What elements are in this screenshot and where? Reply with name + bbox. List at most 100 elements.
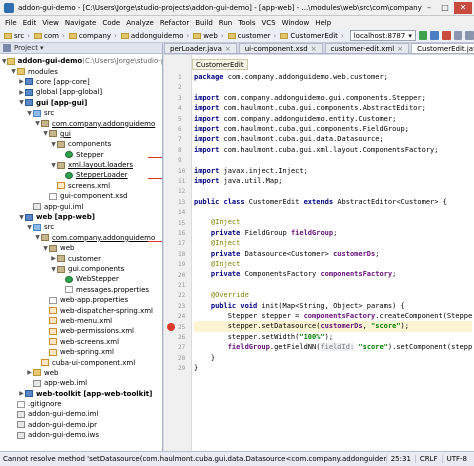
tree-node[interactable]: gui-component.xsd: [0, 191, 162, 201]
code-line[interactable]: stepper.setWidth("100%");: [194, 332, 472, 342]
tree-node[interactable]: ▼ src: [0, 222, 162, 232]
tree-node[interactable]: ▶ global [app-global]: [0, 87, 162, 97]
tree-node[interactable]: ▼ gui: [0, 129, 162, 139]
tree-node[interactable]: ▶ core [app-core]: [0, 77, 162, 87]
editor-tab[interactable]: perLoader.java ×: [164, 43, 237, 53]
menu-run[interactable]: Run: [216, 19, 235, 27]
collapsed-arrow-icon[interactable]: ▶: [50, 255, 57, 262]
expanded-arrow-icon[interactable]: ▼: [18, 214, 25, 221]
breadcrumb-item[interactable]: web ›: [191, 32, 225, 40]
expanded-arrow-icon[interactable]: ▼: [26, 110, 33, 117]
code-line[interactable]: import com.haulmont.cuba.gui.components.…: [194, 124, 472, 134]
tree-node[interactable]: web-dispatcher-spring.xml: [0, 305, 162, 315]
close-icon[interactable]: ✕: [454, 1, 472, 14]
breadcrumb-item[interactable]: CustomerEdit ›: [278, 32, 345, 40]
editor-tab[interactable]: customer-edit.xml ×: [324, 43, 410, 53]
expanded-arrow-icon[interactable]: ▼: [34, 120, 41, 127]
code-line[interactable]: import javax.inject.Inject;: [194, 166, 472, 176]
code-line[interactable]: import com.haulmont.cuba.gui.xml.layout.…: [194, 145, 472, 155]
breadcrumb-item[interactable]: com ›: [32, 32, 67, 40]
search-icon[interactable]: [465, 31, 474, 40]
debug-icon[interactable]: [430, 31, 440, 40]
breadcrumb-item[interactable]: customer ›: [226, 32, 279, 40]
code-line[interactable]: [194, 186, 472, 196]
tree-node[interactable]: ▼ web [app-web]: [0, 212, 162, 222]
editor-breadcrumb[interactable]: CustomerEdit: [192, 59, 248, 70]
expanded-arrow-icon[interactable]: ▼: [34, 234, 41, 241]
tree-node[interactable]: web-permissions.xml: [0, 326, 162, 336]
breadcrumb-item[interactable]: addonguidemo ›: [119, 32, 191, 40]
expanded-arrow-icon[interactable]: ▼: [42, 245, 49, 252]
collapsed-arrow-icon[interactable]: ▶: [18, 89, 25, 96]
tree-node[interactable]: app-gui.iml: [0, 201, 162, 211]
code-line[interactable]: [194, 207, 472, 217]
code-line[interactable]: Stepper stepper = componentsFactory.crea…: [194, 311, 472, 321]
expanded-arrow-icon[interactable]: ▼: [50, 266, 57, 273]
menu-tools[interactable]: Tools: [235, 19, 258, 27]
minimize-icon[interactable]: –: [422, 2, 436, 14]
code-line[interactable]: stepper.setDatasource(customerDs, "score…: [194, 321, 472, 332]
code-line[interactable]: @Inject: [194, 217, 472, 227]
code-line[interactable]: public void init(Map<String, Object> par…: [194, 301, 472, 311]
close-tab-icon[interactable]: ×: [225, 45, 231, 53]
tree-node[interactable]: ▶ customer: [0, 253, 162, 263]
tree-node[interactable]: addon-gui-demo.ipr: [0, 420, 162, 430]
tree-node[interactable]: screens.xml: [0, 181, 162, 191]
menu-analyze[interactable]: Analyze: [123, 19, 157, 27]
tree-node[interactable]: web-spring.xml: [0, 347, 162, 357]
menu-refactor[interactable]: Refactor: [157, 19, 192, 27]
editor-tab[interactable]: ui-component.xsd ×: [238, 43, 323, 53]
tree-node[interactable]: StepperLoader: [0, 170, 162, 180]
tree-node[interactable]: Stepper: [0, 150, 162, 160]
close-tab-icon[interactable]: ×: [311, 45, 317, 53]
settings-icon[interactable]: [453, 31, 463, 40]
code-area[interactable]: package com.company.addonguidemo.web.cus…: [194, 72, 472, 373]
line-separator[interactable]: CRLF: [414, 455, 442, 463]
menu-edit[interactable]: Edit: [20, 19, 40, 27]
tree-node[interactable]: ▼ xml.layout.loaders: [0, 160, 162, 170]
expanded-arrow-icon[interactable]: ▼: [50, 162, 57, 169]
caret-position[interactable]: 25:31: [385, 455, 415, 463]
run-configuration-select[interactable]: localhost:8787 ▾: [349, 30, 416, 41]
tree-node[interactable]: app-web.iml: [0, 378, 162, 388]
menu-navigate[interactable]: Navigate: [62, 19, 99, 27]
code-line[interactable]: private ComponentsFactory componentsFact…: [194, 269, 472, 279]
code-editor[interactable]: CustomerEdit package com.company.addongu…: [164, 55, 474, 451]
code-line[interactable]: }: [194, 353, 472, 363]
breadcrumb-item[interactable]: src ›: [2, 32, 32, 40]
expanded-arrow-icon[interactable]: ▼: [26, 224, 33, 231]
breadcrumb-item[interactable]: company ›: [67, 32, 119, 40]
code-line[interactable]: @Inject: [194, 238, 472, 248]
tree-node[interactable]: web-screens.xml: [0, 337, 162, 347]
collapsed-arrow-icon[interactable]: ▶: [18, 78, 25, 85]
tree-node[interactable]: .gitignore: [0, 399, 162, 409]
tree-node[interactable]: ▼ com.company.addonguidemo: [0, 118, 162, 128]
tree-node[interactable]: messages.properties: [0, 285, 162, 295]
tree-node[interactable]: ▼ src: [0, 108, 162, 118]
code-line[interactable]: [194, 280, 472, 290]
tree-node[interactable]: web-app.properties: [0, 295, 162, 305]
tree-node[interactable]: addon-gui-demo.iml: [0, 409, 162, 419]
expanded-arrow-icon[interactable]: ▼: [42, 130, 49, 137]
code-line[interactable]: import com.haulmont.cuba.gui.components.…: [194, 103, 472, 113]
tree-node[interactable]: WebStepper: [0, 274, 162, 284]
tree-node[interactable]: ▼ gui [app-gui]: [0, 98, 162, 108]
menu-help[interactable]: Help: [312, 19, 334, 27]
project-panel-header[interactable]: Project ▾: [0, 43, 162, 54]
code-line[interactable]: [194, 82, 472, 92]
menu-file[interactable]: File: [2, 19, 20, 27]
run-icon[interactable]: [418, 31, 428, 40]
stop-icon[interactable]: [442, 31, 451, 40]
tree-node[interactable]: ▼ modules: [0, 66, 162, 76]
menu-vcs[interactable]: VCS: [258, 19, 278, 27]
code-line[interactable]: import com.company.addonguidemo.entity.C…: [194, 114, 472, 124]
close-tab-icon[interactable]: ×: [397, 45, 403, 53]
file-encoding[interactable]: UTF-8: [441, 455, 471, 463]
code-line[interactable]: private FieldGroup fieldGroup;: [194, 228, 472, 238]
tree-node[interactable]: cuba-ui-component.xml: [0, 357, 162, 367]
menu-view[interactable]: View: [39, 19, 62, 27]
tree-node[interactable]: ▼ gui.components: [0, 264, 162, 274]
tree-node[interactable]: ▼addon-gui-demo (C:\Users\Jorge\studio-p…: [0, 56, 162, 66]
code-line[interactable]: fieldGroup.getFieldNN(fieldId: "score").…: [194, 342, 472, 352]
code-line[interactable]: @Inject: [194, 259, 472, 269]
